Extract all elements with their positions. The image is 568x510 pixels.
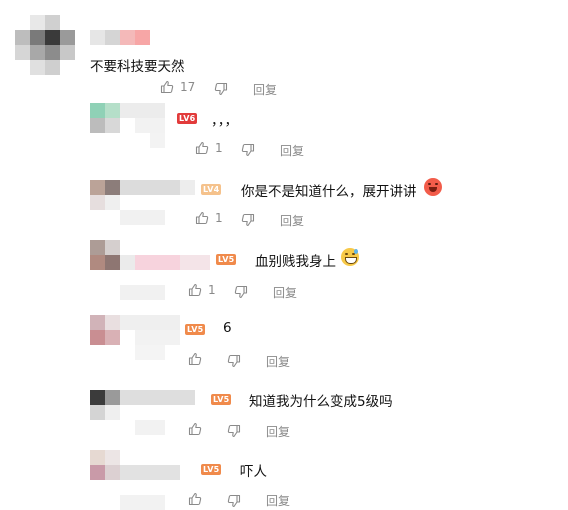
thumbs-up-icon [195, 141, 209, 155]
thumbs-up-icon [188, 283, 202, 297]
username[interactable] [120, 465, 180, 510]
avatar[interactable] [15, 15, 75, 75]
dislike-button[interactable] [214, 82, 228, 96]
dislike-button[interactable] [241, 143, 255, 157]
avatar[interactable] [90, 390, 120, 420]
reply-button[interactable]: 回复 [273, 284, 297, 301]
thumbs-down-icon [241, 213, 255, 227]
level-badge: LV5 [185, 324, 206, 335]
comment-text: 吓人 [240, 464, 267, 480]
level-badge: LV5 [216, 254, 237, 265]
username[interactable] [120, 390, 195, 435]
dislike-button[interactable] [227, 424, 241, 438]
avatar[interactable] [90, 180, 120, 210]
laughing-face-emoji [424, 178, 442, 196]
avatar[interactable] [90, 315, 120, 345]
thumbs-up-icon [188, 422, 202, 436]
reply-button[interactable]: 回复 [266, 423, 290, 440]
comment-text: 血别贱我身上 [255, 254, 336, 270]
reply-button[interactable]: 回复 [253, 81, 277, 98]
thumbs-down-icon [234, 285, 248, 299]
dislike-button[interactable] [234, 285, 248, 299]
dislike-button[interactable] [241, 213, 255, 227]
like-count: 17 [180, 80, 196, 94]
thumbs-down-icon [214, 82, 228, 96]
comment-text: ，，， [211, 113, 238, 129]
comment-text: 知道我为什么变成5级吗 [249, 394, 393, 410]
thumbs-up-icon [188, 492, 202, 506]
thumbs-down-icon [227, 424, 241, 438]
like-button[interactable]: 1 [195, 141, 223, 155]
like-button[interactable]: 1 [195, 211, 223, 225]
level-badge: LV4 [201, 184, 222, 195]
like-button[interactable] [188, 422, 202, 436]
like-button[interactable]: 1 [188, 283, 216, 297]
thumbs-down-icon [227, 494, 241, 508]
thumbs-up-icon [160, 80, 174, 94]
dislike-button[interactable] [227, 354, 241, 368]
thumbs-up-icon [195, 211, 209, 225]
like-button[interactable] [188, 352, 202, 366]
like-count: 1 [215, 211, 223, 225]
reply-button[interactable]: 回复 [266, 353, 290, 370]
grinning-sweat-emoji [341, 248, 359, 266]
level-badge: LV6 [177, 113, 198, 124]
comment-text: 你是不是知道什么，展开讲讲 [241, 184, 417, 200]
level-badge: LV5 [211, 394, 232, 405]
thumbs-down-icon [227, 354, 241, 368]
reply-button[interactable]: 回复 [280, 142, 304, 159]
thumbs-down-icon [241, 143, 255, 157]
like-button[interactable] [188, 492, 202, 506]
reply-button[interactable]: 回复 [280, 212, 304, 229]
username[interactable] [120, 103, 180, 163]
reply-button[interactable]: 回复 [266, 492, 290, 509]
like-count: 1 [215, 141, 223, 155]
comment-text: 6 [223, 320, 232, 336]
level-badge: LV5 [201, 464, 222, 475]
dislike-button[interactable] [227, 494, 241, 508]
username[interactable] [120, 180, 195, 225]
username[interactable] [90, 30, 150, 45]
like-count: 1 [208, 283, 216, 297]
comment-text: 不要科技要天然 [90, 59, 185, 75]
avatar[interactable] [90, 450, 120, 480]
thumbs-up-icon [188, 352, 202, 366]
username[interactable] [120, 315, 195, 375]
like-button[interactable]: 17 [160, 80, 195, 94]
avatar[interactable] [90, 103, 120, 133]
avatar[interactable] [90, 240, 120, 270]
